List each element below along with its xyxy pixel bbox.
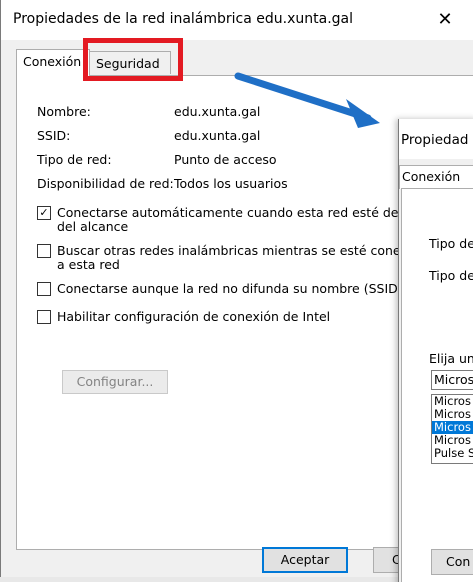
second-properties-dialog: Propiedad Conexión Tipo de Tipo de Elija… (398, 119, 473, 582)
method-combo[interactable]: Micros (431, 370, 473, 390)
tab-conexion-2[interactable]: Conexión (399, 165, 473, 189)
checkbox-box[interactable] (37, 282, 51, 296)
window-title-2: Propiedad (401, 132, 469, 148)
choose-label: Elija un (429, 351, 473, 366)
availability-value: Todos los usuarios (174, 176, 288, 191)
network-type-label: Tipo de red: (37, 152, 112, 167)
close-icon[interactable]: ✕ (430, 5, 460, 35)
name-label: Nombre: (37, 104, 91, 119)
checkbox-box[interactable] (37, 310, 51, 324)
ssid-label: SSID: (37, 128, 71, 143)
type-label-2: Tipo de (429, 268, 473, 283)
checkmark-icon[interactable]: ✓ (37, 206, 51, 220)
title-bar: Propiedades de la red inalámbrica edu.xu… (1, 0, 473, 40)
checkbox-box[interactable] (37, 244, 51, 258)
title-bar-2: Propiedad (399, 119, 473, 159)
accept-button[interactable]: Aceptar (262, 547, 348, 573)
tab-conexion[interactable]: Conexión (16, 49, 90, 76)
configure-button: Configurar... (62, 370, 168, 394)
network-type-value: Punto de acceso (174, 152, 277, 167)
window-title: Propiedades de la red inalámbrica edu.xu… (13, 11, 354, 27)
type-label-1: Tipo de (429, 236, 473, 251)
list-item[interactable]: Pulse S (432, 447, 473, 460)
method-list[interactable]: Micros Micros Micros Micros Pulse S (431, 394, 473, 464)
ssid-value: edu.xunta.gal (174, 128, 261, 143)
configure-button-2[interactable]: Con (431, 549, 473, 575)
arrow-icon (234, 72, 380, 128)
highlight-box (83, 38, 183, 81)
availability-label: Disponibilidad de red: (37, 176, 174, 191)
